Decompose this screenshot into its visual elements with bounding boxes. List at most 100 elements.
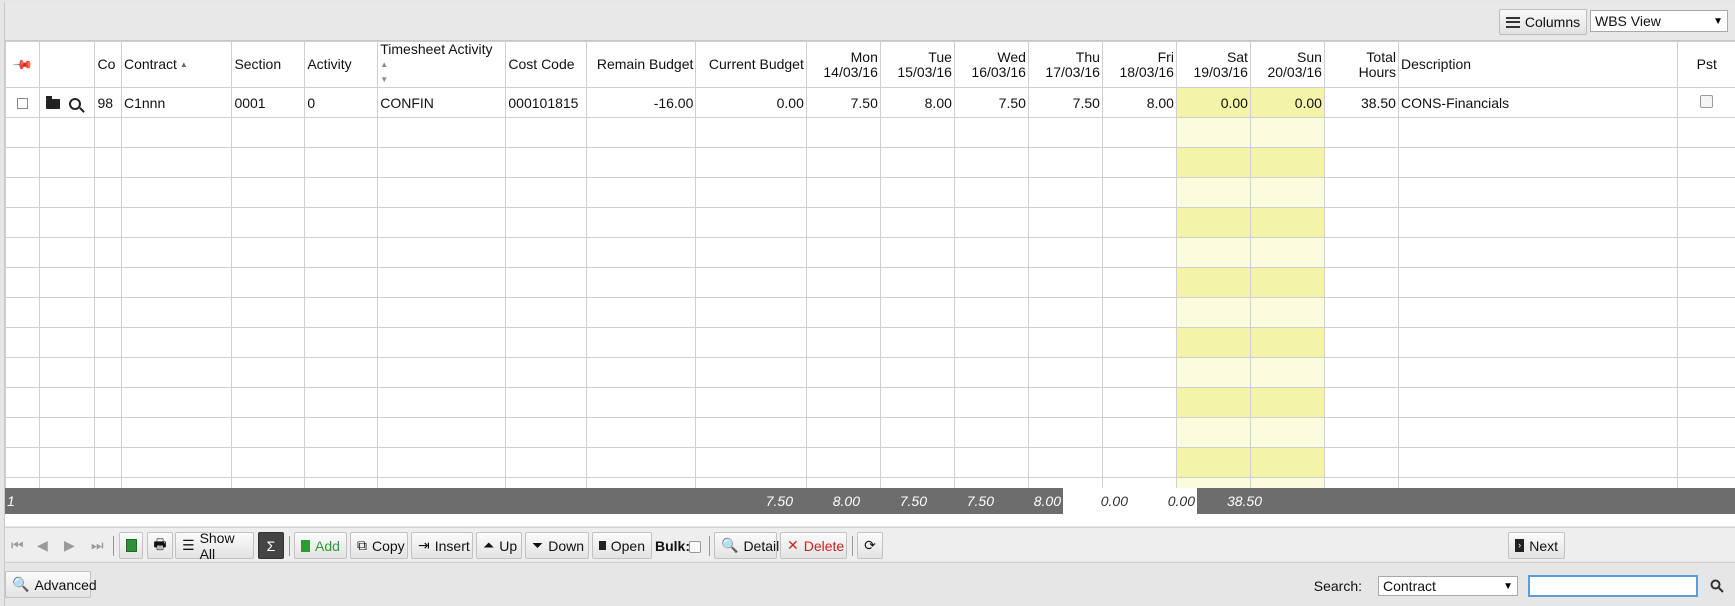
column-header-description[interactable]: Description: [1397, 41, 1679, 88]
column-header-section[interactable]: Section: [231, 41, 306, 88]
empty-row: [4, 267, 1735, 298]
empty-cell: [231, 417, 306, 448]
cell-sat[interactable]: 0.00: [1175, 87, 1251, 118]
column-header-sat[interactable]: Sat 19/03/16: [1175, 41, 1251, 88]
cell-sun[interactable]: 0.00: [1249, 87, 1325, 118]
table-row[interactable]: 98 C1nnn 0001 0 CONFIN 000101815 -16.00 …: [4, 87, 1735, 118]
sum-toggle-button[interactable]: Σ: [258, 532, 284, 559]
cell-contract[interactable]: C1nnn: [120, 87, 233, 118]
empty-cell: [4, 447, 41, 478]
column-header-remain-budget[interactable]: Remain Budget: [586, 41, 697, 88]
column-header-contract[interactable]: Contract ▲: [120, 41, 233, 88]
empty-cell: [695, 207, 807, 238]
search-input[interactable]: [1528, 575, 1698, 597]
column-header-tue[interactable]: Tue 15/03/16: [879, 41, 955, 88]
row-select-checkbox[interactable]: [17, 98, 29, 110]
delete-button[interactable]: ✕ Delete: [780, 532, 847, 559]
zoom-icon[interactable]: [69, 97, 82, 110]
toolbar-divider: [709, 536, 710, 556]
header-date: 17/03/16: [1045, 63, 1100, 80]
advanced-search-button[interactable]: 🔍 Advanced: [5, 571, 97, 598]
empty-cell: [377, 297, 507, 328]
print-button[interactable]: 🖶: [147, 532, 173, 559]
next-button[interactable]: › Next: [1508, 532, 1565, 559]
column-header-thu[interactable]: Thu 17/03/16: [1027, 41, 1103, 88]
detail-button[interactable]: 🔍 Detail: [714, 532, 780, 559]
cell-pst[interactable]: [1677, 87, 1735, 118]
cell-remain-budget[interactable]: -16.00: [586, 87, 697, 118]
columns-button[interactable]: Columns: [1499, 9, 1587, 35]
cell-cost-code[interactable]: 000101815: [505, 87, 588, 118]
column-header-timesheet-activity[interactable]: Timesheet Activity ▲ ▼: [377, 41, 507, 88]
search-button[interactable]: [1704, 573, 1730, 599]
bulk-checkbox[interactable]: [689, 541, 701, 553]
pin-column-header[interactable]: 📌: [4, 41, 41, 88]
total-thu: 7.50: [966, 493, 994, 509]
empty-cell: [94, 387, 122, 418]
empty-cell: [953, 297, 1029, 328]
next-label: Next: [1529, 537, 1558, 554]
empty-cell: [1249, 237, 1325, 268]
empty-cell: [1677, 117, 1735, 148]
header-label: Timesheet Activity: [380, 41, 493, 57]
column-header-cost-code[interactable]: Cost Code: [505, 41, 588, 88]
prev-page-button[interactable]: ◀: [31, 532, 55, 559]
empty-cell: [805, 297, 881, 328]
column-header-fri[interactable]: Fri 18/03/16: [1101, 41, 1177, 88]
column-header-current-budget[interactable]: Current Budget: [695, 41, 807, 88]
column-header-activity[interactable]: Activity: [304, 41, 379, 88]
show-all-button[interactable]: ☰ Show All: [175, 530, 254, 562]
column-header-pst[interactable]: Pst: [1677, 41, 1735, 88]
empty-cell: [304, 177, 379, 208]
pst-checkbox[interactable]: [1700, 94, 1714, 108]
cell-timesheet-activity[interactable]: CONFIN: [377, 87, 507, 118]
cell-wed[interactable]: 7.50: [953, 87, 1029, 118]
next-page-arrow-button[interactable]: ▶: [58, 532, 82, 559]
empty-cell: [1323, 327, 1399, 358]
open-button[interactable]: Open: [592, 532, 652, 559]
copy-button[interactable]: ⧉ Copy: [350, 532, 408, 559]
column-header-total-hours[interactable]: Total Hours: [1323, 41, 1399, 88]
export-excel-button[interactable]: [119, 532, 143, 559]
empty-cell: [586, 177, 697, 208]
empty-cell: [120, 357, 233, 388]
up-button[interactable]: ⏶ Up: [476, 532, 522, 559]
empty-cell: [879, 357, 955, 388]
refresh-button[interactable]: ⟳: [857, 532, 883, 559]
empty-cell: [231, 147, 306, 178]
cell-activity[interactable]: 0: [304, 87, 379, 118]
detail-label: Detail: [743, 537, 780, 554]
empty-cell: [1175, 207, 1251, 238]
first-page-button[interactable]: ⏮: [5, 532, 29, 559]
column-header-wed[interactable]: Wed 16/03/16: [953, 41, 1029, 88]
cell-tue[interactable]: 8.00: [879, 87, 955, 118]
last-page-button[interactable]: ⏭: [85, 532, 109, 559]
cell-co[interactable]: 98: [94, 87, 122, 118]
empty-cell: [953, 267, 1029, 298]
open-folder-icon[interactable]: [46, 95, 61, 109]
cell-current-budget[interactable]: 0.00: [695, 87, 807, 118]
empty-cell: [1397, 207, 1679, 238]
empty-cell: [953, 327, 1029, 358]
empty-cell: [1027, 387, 1103, 418]
cell-section[interactable]: 0001: [231, 87, 306, 118]
empty-row: [4, 297, 1735, 328]
cell-thu[interactable]: 7.50: [1027, 87, 1103, 118]
empty-cell: [94, 297, 122, 328]
view-select[interactable]: WBS View ▼: [1590, 10, 1728, 32]
view-select-value: WBS View: [1595, 13, 1661, 29]
column-header-co[interactable]: Co: [94, 41, 122, 88]
column-header-sun[interactable]: Sun 20/03/16: [1249, 41, 1325, 88]
row-select-cell[interactable]: [4, 87, 41, 118]
toolbar-divider: [852, 536, 853, 556]
empty-cell: [120, 207, 233, 238]
insert-button[interactable]: ⇥ Insert: [411, 532, 473, 559]
down-button[interactable]: ⏷ Down: [525, 532, 589, 559]
header-date: 15/03/16: [897, 63, 952, 80]
cell-description[interactable]: CONS-Financials: [1397, 87, 1679, 118]
search-field-select[interactable]: Contract ▼: [1378, 576, 1518, 596]
cell-fri[interactable]: 8.00: [1101, 87, 1177, 118]
add-button[interactable]: Add: [294, 532, 347, 559]
column-header-mon[interactable]: Mon 14/03/16: [805, 41, 881, 88]
cell-mon[interactable]: 7.50: [805, 87, 881, 118]
